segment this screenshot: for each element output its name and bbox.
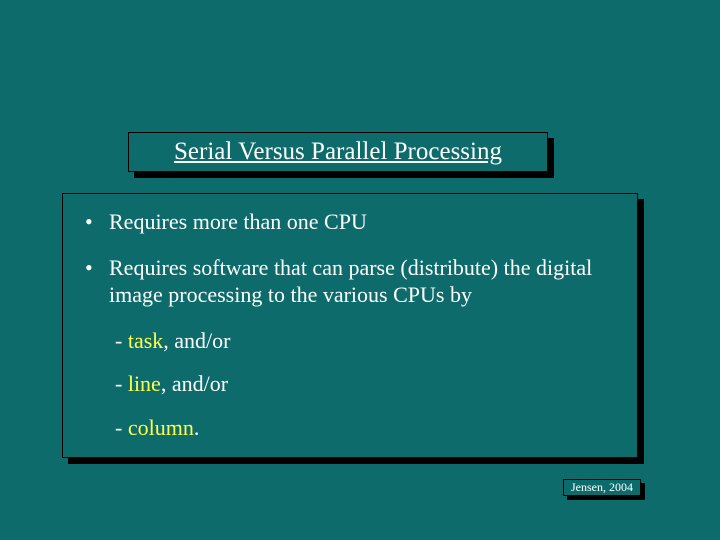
bullet-text-1: Requires more than one CPU — [109, 208, 615, 236]
bullet-item-2: • Requires software that can parse (dist… — [85, 254, 615, 309]
bullet-marker: • — [85, 208, 109, 236]
sub-label: line — [128, 371, 161, 396]
slide-title: Serial Versus Parallel Processing — [174, 138, 502, 166]
bullet-marker: • — [85, 254, 109, 309]
bullet-text-2: Requires software that can parse (distri… — [109, 254, 615, 309]
sub-item-column: - column. — [115, 414, 615, 442]
bullet-item-1: • Requires more than one CPU — [85, 208, 615, 236]
attribution-box: Jensen, 2004 — [563, 479, 641, 496]
sub-suffix: , and/or — [161, 371, 228, 396]
sub-suffix: , and/or — [163, 328, 230, 353]
sub-suffix: . — [194, 415, 200, 440]
sub-label: column — [128, 415, 194, 440]
attribution-text: Jensen, 2004 — [571, 480, 633, 495]
title-box: Serial Versus Parallel Processing — [128, 132, 548, 172]
sub-label: task — [128, 328, 163, 353]
sub-item-task: - task, and/or — [115, 327, 615, 355]
sub-item-line: - line, and/or — [115, 370, 615, 398]
dash: - — [115, 371, 128, 396]
content-box: • Requires more than one CPU • Requires … — [62, 193, 638, 458]
dash: - — [115, 415, 128, 440]
dash: - — [115, 328, 128, 353]
